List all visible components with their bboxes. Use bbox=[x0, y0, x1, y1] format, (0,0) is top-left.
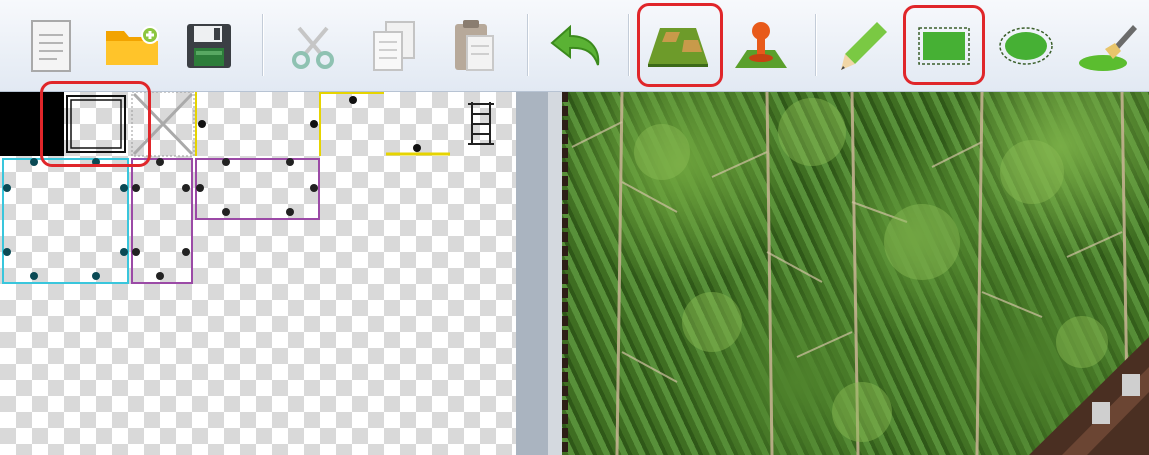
ladder-icon[interactable] bbox=[468, 102, 494, 145]
undo-button[interactable] bbox=[541, 10, 615, 82]
save-button[interactable] bbox=[172, 10, 246, 82]
new-document-icon bbox=[31, 20, 71, 72]
map-layer-button[interactable] bbox=[641, 10, 715, 82]
event-layer-button[interactable] bbox=[724, 10, 798, 82]
rectangle-icon bbox=[918, 27, 970, 65]
toolbar-separator bbox=[262, 14, 263, 76]
copy-icon bbox=[373, 21, 415, 71]
palette-divider bbox=[516, 92, 548, 455]
toolbar-separator bbox=[815, 14, 816, 76]
fill-brush-icon bbox=[1079, 25, 1137, 71]
tile-palette-graphics bbox=[0, 92, 494, 284]
copy-button[interactable] bbox=[357, 10, 431, 82]
toolbar-separator bbox=[527, 14, 528, 76]
purple-horizontal-region-tile[interactable] bbox=[195, 158, 320, 220]
save-floppy-icon bbox=[187, 24, 231, 68]
pencil-icon bbox=[841, 22, 887, 70]
x-tile[interactable] bbox=[131, 92, 195, 157]
undo-arrow-icon bbox=[550, 24, 600, 66]
open-button[interactable] bbox=[95, 10, 169, 82]
new-button[interactable] bbox=[14, 10, 88, 82]
tile-palette[interactable] bbox=[0, 92, 516, 455]
ellipse-icon bbox=[999, 27, 1053, 65]
map-view[interactable] bbox=[562, 92, 1149, 455]
editor-window bbox=[0, 0, 1149, 455]
ellipse-tool-button[interactable] bbox=[989, 10, 1063, 82]
palette-scrollbar[interactable] bbox=[548, 92, 562, 455]
pencil-button[interactable] bbox=[828, 10, 902, 82]
yellow-region-tiles[interactable] bbox=[195, 92, 450, 156]
map-layer-icon bbox=[648, 28, 708, 67]
cyan-region-tile[interactable] bbox=[2, 158, 129, 284]
scissors-icon bbox=[292, 26, 334, 69]
toolbar-separator bbox=[628, 14, 629, 76]
clipboard-icon bbox=[455, 20, 494, 71]
passage-tile[interactable] bbox=[66, 95, 126, 153]
event-pin-icon bbox=[735, 22, 787, 68]
cut-button[interactable] bbox=[276, 10, 350, 82]
toolbar bbox=[0, 0, 1149, 92]
open-folder-icon bbox=[106, 26, 159, 65]
forest-terrain bbox=[562, 92, 1149, 455]
rectangle-tool-button[interactable] bbox=[907, 10, 981, 82]
passage-tile-inner bbox=[70, 99, 122, 149]
fill-tool-button[interactable] bbox=[1071, 10, 1145, 82]
paste-button[interactable] bbox=[437, 10, 511, 82]
black-tile[interactable] bbox=[0, 92, 64, 156]
purple-vertical-region-tile[interactable] bbox=[131, 158, 193, 284]
